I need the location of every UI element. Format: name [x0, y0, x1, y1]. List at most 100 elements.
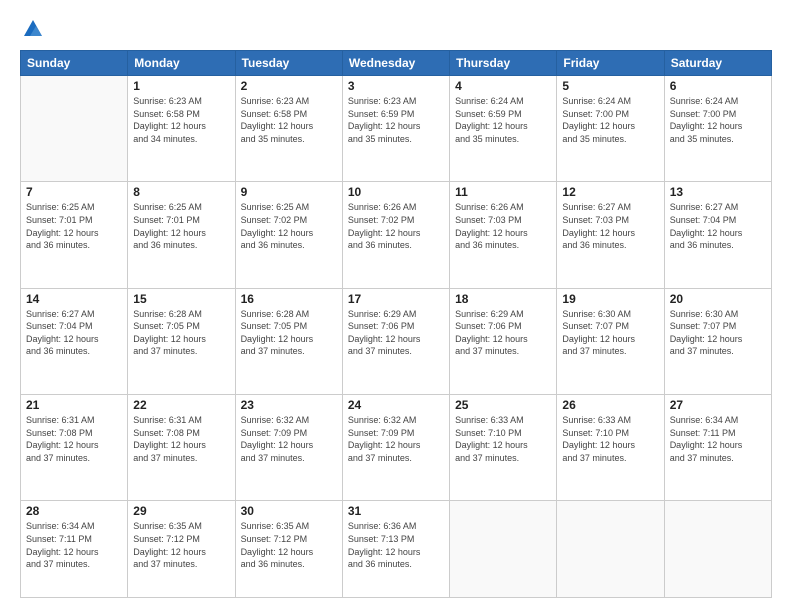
calendar-day-cell	[664, 501, 771, 598]
day-info: Sunrise: 6:35 AM Sunset: 7:12 PM Dayligh…	[241, 520, 337, 570]
day-info: Sunrise: 6:33 AM Sunset: 7:10 PM Dayligh…	[562, 414, 658, 464]
day-number: 28	[26, 504, 122, 518]
calendar-day-cell: 16 Sunrise: 6:28 AM Sunset: 7:05 PM Dayli…	[235, 288, 342, 394]
day-info: Sunrise: 6:27 AM Sunset: 7:04 PM Dayligh…	[670, 201, 766, 251]
logo	[20, 18, 44, 40]
calendar-day-cell: 22 Sunrise: 6:31 AM Sunset: 7:08 PM Dayli…	[128, 394, 235, 500]
day-info: Sunrise: 6:29 AM Sunset: 7:06 PM Dayligh…	[455, 308, 551, 358]
calendar-day-cell: 13Sunrise: 6:27 AM Sunset: 7:04 PM Dayli…	[664, 182, 771, 288]
day-number: 29	[133, 504, 229, 518]
calendar-day-cell: 5 Sunrise: 6:24 AM Sunset: 7:00 PM Daylig…	[557, 76, 664, 182]
day-info: Sunrise: 6:24 AM Sunset: 7:00 PM Dayligh…	[562, 95, 658, 145]
calendar-col-header: Sunday	[21, 51, 128, 76]
calendar-table: SundayMondayTuesdayWednesdayThursdayFrid…	[20, 50, 772, 598]
day-info: Sunrise: 6:27 AM Sunset: 7:04 PM Dayligh…	[26, 308, 122, 358]
calendar-day-cell: 28 Sunrise: 6:34 AM Sunset: 7:11 PM Dayli…	[21, 501, 128, 598]
calendar-day-cell: 12 Sunrise: 6:27 AM Sunset: 7:03 PM Dayli…	[557, 182, 664, 288]
page: SundayMondayTuesdayWednesdayThursdayFrid…	[0, 0, 792, 612]
day-number: 8	[133, 185, 229, 199]
day-number: 9	[241, 185, 337, 199]
calendar-day-cell: 20 Sunrise: 6:30 AM Sunset: 7:07 PM Dayli…	[664, 288, 771, 394]
day-number: 7	[26, 185, 122, 199]
day-info: Sunrise: 6:35 AM Sunset: 7:12 PM Dayligh…	[133, 520, 229, 570]
day-info: Sunrise: 6:23 AM Sunset: 6:58 PM Dayligh…	[241, 95, 337, 145]
day-info: Sunrise: 6:34 AM Sunset: 7:11 PM Dayligh…	[670, 414, 766, 464]
day-info: Sunrise: 6:26 AM Sunset: 7:02 PM Dayligh…	[348, 201, 444, 251]
day-info: Sunrise: 6:25 AM Sunset: 7:01 PM Dayligh…	[26, 201, 122, 251]
calendar-week-row: 7 Sunrise: 6:25 AM Sunset: 7:01 PM Daylig…	[21, 182, 772, 288]
calendar-col-header: Saturday	[664, 51, 771, 76]
day-info: Sunrise: 6:32 AM Sunset: 7:09 PM Dayligh…	[241, 414, 337, 464]
day-number: 12	[562, 185, 658, 199]
calendar-day-cell: 4 Sunrise: 6:24 AM Sunset: 6:59 PM Daylig…	[450, 76, 557, 182]
logo-icon	[22, 18, 44, 40]
day-number: 14	[26, 292, 122, 306]
calendar-day-cell: 23Sunrise: 6:32 AM Sunset: 7:09 PM Dayli…	[235, 394, 342, 500]
calendar-day-cell: 25 Sunrise: 6:33 AM Sunset: 7:10 PM Dayli…	[450, 394, 557, 500]
calendar-day-cell: 2 Sunrise: 6:23 AM Sunset: 6:58 PM Daylig…	[235, 76, 342, 182]
calendar-day-cell: 29 Sunrise: 6:35 AM Sunset: 7:12 PM Dayli…	[128, 501, 235, 598]
calendar-day-cell: 6Sunrise: 6:24 AM Sunset: 7:00 PM Daylig…	[664, 76, 771, 182]
day-info: Sunrise: 6:24 AM Sunset: 6:59 PM Dayligh…	[455, 95, 551, 145]
calendar-day-cell: 17Sunrise: 6:29 AM Sunset: 7:06 PM Dayli…	[342, 288, 449, 394]
day-info: Sunrise: 6:33 AM Sunset: 7:10 PM Dayligh…	[455, 414, 551, 464]
day-info: Sunrise: 6:30 AM Sunset: 7:07 PM Dayligh…	[670, 308, 766, 358]
day-info: Sunrise: 6:36 AM Sunset: 7:13 PM Dayligh…	[348, 520, 444, 570]
day-info: Sunrise: 6:23 AM Sunset: 6:58 PM Dayligh…	[133, 95, 229, 145]
calendar-day-cell: 24Sunrise: 6:32 AM Sunset: 7:09 PM Dayli…	[342, 394, 449, 500]
calendar-day-cell: 11Sunrise: 6:26 AM Sunset: 7:03 PM Dayli…	[450, 182, 557, 288]
day-info: Sunrise: 6:32 AM Sunset: 7:09 PM Dayligh…	[348, 414, 444, 464]
day-number: 30	[241, 504, 337, 518]
calendar-week-row: 28 Sunrise: 6:34 AM Sunset: 7:11 PM Dayli…	[21, 501, 772, 598]
day-number: 15	[133, 292, 229, 306]
day-info: Sunrise: 6:34 AM Sunset: 7:11 PM Dayligh…	[26, 520, 122, 570]
day-number: 17	[348, 292, 444, 306]
calendar-day-cell: 9 Sunrise: 6:25 AM Sunset: 7:02 PM Daylig…	[235, 182, 342, 288]
calendar-week-row: 1Sunrise: 6:23 AM Sunset: 6:58 PM Daylig…	[21, 76, 772, 182]
day-number: 27	[670, 398, 766, 412]
calendar-day-cell	[557, 501, 664, 598]
day-number: 22	[133, 398, 229, 412]
day-info: Sunrise: 6:25 AM Sunset: 7:01 PM Dayligh…	[133, 201, 229, 251]
calendar-col-header: Wednesday	[342, 51, 449, 76]
calendar-col-header: Thursday	[450, 51, 557, 76]
calendar-week-row: 14 Sunrise: 6:27 AM Sunset: 7:04 PM Dayli…	[21, 288, 772, 394]
day-number: 31	[348, 504, 444, 518]
logo-text	[20, 18, 44, 40]
day-number: 26	[562, 398, 658, 412]
day-number: 10	[348, 185, 444, 199]
day-info: Sunrise: 6:31 AM Sunset: 7:08 PM Dayligh…	[133, 414, 229, 464]
calendar-day-cell	[450, 501, 557, 598]
day-number: 5	[562, 79, 658, 93]
day-info: Sunrise: 6:31 AM Sunset: 7:08 PM Dayligh…	[26, 414, 122, 464]
calendar-day-cell: 10 Sunrise: 6:26 AM Sunset: 7:02 PM Dayli…	[342, 182, 449, 288]
calendar-col-header: Monday	[128, 51, 235, 76]
day-number: 16	[241, 292, 337, 306]
day-info: Sunrise: 6:30 AM Sunset: 7:07 PM Dayligh…	[562, 308, 658, 358]
calendar-week-row: 21 Sunrise: 6:31 AM Sunset: 7:08 PM Dayli…	[21, 394, 772, 500]
calendar-day-cell: 18 Sunrise: 6:29 AM Sunset: 7:06 PM Dayli…	[450, 288, 557, 394]
day-number: 20	[670, 292, 766, 306]
day-number: 2	[241, 79, 337, 93]
day-number: 6	[670, 79, 766, 93]
day-info: Sunrise: 6:25 AM Sunset: 7:02 PM Dayligh…	[241, 201, 337, 251]
header	[20, 18, 772, 40]
calendar-col-header: Friday	[557, 51, 664, 76]
calendar-day-cell: 7 Sunrise: 6:25 AM Sunset: 7:01 PM Daylig…	[21, 182, 128, 288]
calendar-header-row: SundayMondayTuesdayWednesdayThursdayFrid…	[21, 51, 772, 76]
day-info: Sunrise: 6:27 AM Sunset: 7:03 PM Dayligh…	[562, 201, 658, 251]
calendar-day-cell: 30 Sunrise: 6:35 AM Sunset: 7:12 PM Dayli…	[235, 501, 342, 598]
calendar-day-cell: 3Sunrise: 6:23 AM Sunset: 6:59 PM Daylig…	[342, 76, 449, 182]
day-number: 4	[455, 79, 551, 93]
day-number: 18	[455, 292, 551, 306]
calendar-day-cell: 21 Sunrise: 6:31 AM Sunset: 7:08 PM Dayli…	[21, 394, 128, 500]
day-number: 25	[455, 398, 551, 412]
day-number: 21	[26, 398, 122, 412]
calendar-day-cell: 27 Sunrise: 6:34 AM Sunset: 7:11 PM Dayli…	[664, 394, 771, 500]
calendar-day-cell: 26 Sunrise: 6:33 AM Sunset: 7:10 PM Dayli…	[557, 394, 664, 500]
day-info: Sunrise: 6:28 AM Sunset: 7:05 PM Dayligh…	[241, 308, 337, 358]
calendar-day-cell: 31 Sunrise: 6:36 AM Sunset: 7:13 PM Dayli…	[342, 501, 449, 598]
calendar-col-header: Tuesday	[235, 51, 342, 76]
day-info: Sunrise: 6:23 AM Sunset: 6:59 PM Dayligh…	[348, 95, 444, 145]
calendar-day-cell: 8 Sunrise: 6:25 AM Sunset: 7:01 PM Daylig…	[128, 182, 235, 288]
